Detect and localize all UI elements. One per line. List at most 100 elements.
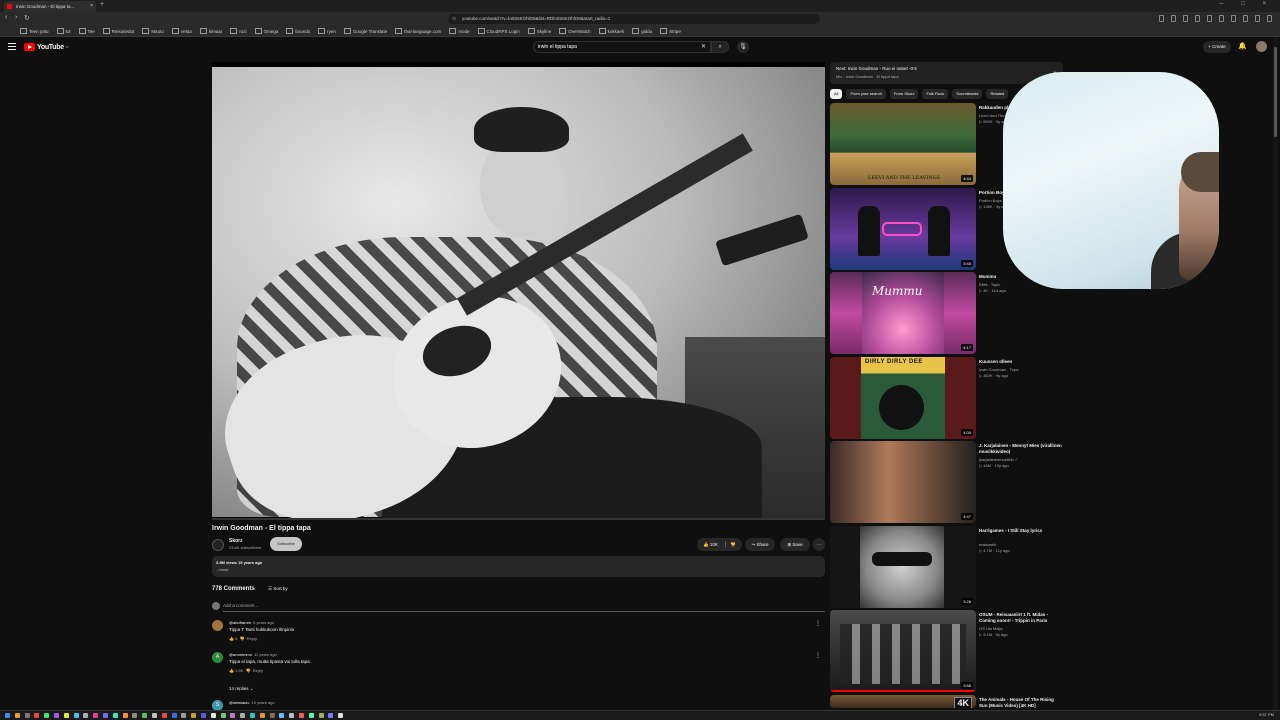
taskbar-app-icon[interactable] <box>44 713 50 718</box>
bookmark-item[interactable]: Teen juttu <box>20 26 49 36</box>
recommended-title[interactable]: Harrigames - I Still Stay lyrics <box>979 528 1063 534</box>
recommended-title[interactable]: J. Karjalainen - Mennyt Mies (virallinen… <box>979 443 1063 455</box>
voice-search-icon[interactable]: 🎙 <box>737 41 749 53</box>
comment-menu-icon[interactable]: ⋮ <box>815 620 821 627</box>
taskbar-app-icon[interactable] <box>112 713 118 718</box>
taskbar-app-icon[interactable] <box>161 713 167 718</box>
filter-chip[interactable]: All <box>830 89 843 99</box>
bookmark-item[interactable]: ruzi <box>230 26 246 36</box>
create-button[interactable]: + Create <box>1203 41 1231 53</box>
bookmark-item[interactable]: ryen <box>318 26 336 36</box>
search-input[interactable]: irwin el tippa tapa ✕ <box>533 41 711 53</box>
save-button[interactable]: ⊞ Save <box>780 538 810 551</box>
taskbar-app-icon[interactable] <box>83 713 89 718</box>
mix-playlist-card[interactable]: Next: Irwin Goodman - Ruo ei ratset -0:6… <box>830 62 1063 84</box>
recommended-video[interactable]: 4:47 J. Karjalainen - Mennyt Mies (virall… <box>830 441 1063 523</box>
taskbar-app-icon[interactable] <box>181 713 187 718</box>
subscribe-button[interactable]: Subscribe <box>270 537 302 551</box>
description-box[interactable]: 3.9M views 15 years ago ...more <box>212 556 825 577</box>
channel-name[interactable]: Skorz <box>229 538 243 544</box>
taskbar-app-icon[interactable] <box>308 713 314 718</box>
forward-icon[interactable]: › <box>15 14 17 21</box>
recommended-channel[interactable]: Irwin Goodman - Topic <box>979 367 1019 372</box>
youtube-logo[interactable]: YouTube FI <box>24 43 68 51</box>
recommended-video[interactable]: Mummu 4:17 Mummu Eliitti - Topic ▷ 4K · 11d … <box>830 272 1063 354</box>
bookmark-item[interactable]: Tee <box>79 26 95 36</box>
bookmark-item[interactable]: Skyline <box>528 26 552 36</box>
clear-search-icon[interactable]: ✕ <box>701 42 706 53</box>
taskbar-app-icon[interactable] <box>103 713 108 718</box>
browser-tab-youtube[interactable]: Irwin Goodman - El tippa ta... × <box>4 1 96 12</box>
add-comment-input[interactable]: Add a comment... <box>223 603 825 612</box>
taskbar-app-icon[interactable] <box>318 713 324 718</box>
comment-like-icon[interactable]: 👍 <box>229 668 234 673</box>
bookmark-item[interactable]: kimaar <box>200 26 223 36</box>
commenter-avatar[interactable]: A <box>212 652 223 663</box>
taskbar-app-icon[interactable] <box>132 713 138 718</box>
scrollbar-thumb[interactable] <box>1274 47 1277 137</box>
page-scrollbar[interactable] <box>1273 37 1278 710</box>
video-thumbnail[interactable]: Mummu 4:17 <box>830 272 976 354</box>
taskbar-app-icon[interactable] <box>201 713 206 718</box>
menu-hamburger-icon[interactable] <box>8 43 16 50</box>
taskbar-app-icon[interactable] <box>24 713 30 718</box>
comment-author[interactable]: @siewiaulo <box>229 700 250 705</box>
taskbar-app-icon[interactable] <box>14 713 20 718</box>
bookmark-item[interactable]: Reisutiedot <box>103 26 135 36</box>
bookmark-item[interactable]: bounds <box>286 26 310 36</box>
bookmark-item[interactable]: Mauto <box>142 26 164 36</box>
extension-icons[interactable] <box>1159 15 1272 22</box>
taskbar-app-icon[interactable] <box>171 713 177 718</box>
filter-chip[interactable]: From your search <box>846 89 886 99</box>
recommended-channel[interactable]: matsumik <box>979 542 996 547</box>
filter-chip[interactable]: Related <box>986 89 1009 99</box>
bookmark-item[interactable]: 63 <box>57 26 71 36</box>
comment-reply-button[interactable]: Reply <box>247 636 257 641</box>
bookmark-item[interactable]: vetaa <box>172 26 192 36</box>
account-avatar[interactable] <box>1256 41 1267 52</box>
taskbar-app-icon[interactable] <box>93 713 99 718</box>
taskbar-app-icon[interactable] <box>34 713 40 718</box>
sort-comments-button[interactable]: ☰ Sort by <box>268 586 288 592</box>
bookmark-item[interactable]: kokkaek <box>599 26 625 36</box>
window-controls[interactable]: ─ □ × <box>1219 1 1274 7</box>
video-thumbnail[interactable]: 4K <box>830 694 976 708</box>
commenter-avatar[interactable] <box>212 620 223 631</box>
video-thumbnail[interactable]: LEEVI AND THE LEAVINGS 4:44 <box>830 103 976 185</box>
recommended-video[interactable]: 4K The Animals - House Of The Rising Sun … <box>830 694 1063 709</box>
taskbar-app-icon[interactable] <box>152 713 157 718</box>
replies-toggle[interactable]: 14 replies ⌄ <box>229 686 254 692</box>
dislike-button[interactable]: 👎 <box>730 538 736 551</box>
taskbar-app-icon[interactable] <box>191 713 197 718</box>
taskbar-app-icon[interactable] <box>5 713 10 718</box>
comment-reply-button[interactable]: Reply <box>253 668 263 673</box>
taskbar-app-icon[interactable] <box>289 713 295 718</box>
comment-dislike-icon[interactable]: 👎 <box>246 668 251 673</box>
video-player[interactable] <box>212 62 825 520</box>
taskbar-app-icon[interactable] <box>269 713 275 718</box>
filter-chip[interactable]: Folk Rock <box>922 89 949 99</box>
channel-avatar[interactable] <box>212 539 224 551</box>
bookmark-item[interactable]: Stripe <box>660 26 681 36</box>
like-button[interactable]: 👍 10K <box>703 538 718 551</box>
more-actions-icon[interactable]: ⋯ <box>813 538 825 551</box>
recommended-channel[interactable]: Portion Boys <box>979 198 1002 203</box>
recommended-title[interactable]: The Animals - House Of The Rising Sun (M… <box>979 697 1063 709</box>
taskbar-app-icon[interactable] <box>73 713 79 718</box>
bookmark-item[interactable]: Google Translate <box>344 26 387 36</box>
share-button[interactable]: ↪ Share <box>745 538 775 551</box>
recommended-title[interactable]: OSUM - Reisuaasiirt 1 ft. Midas - Coming… <box>979 612 1063 624</box>
taskbar-app-icon[interactable] <box>328 713 334 718</box>
comment-author[interactable]: @abuftarrek <box>229 620 251 625</box>
comment-like-icon[interactable]: 👍 <box>229 636 234 641</box>
reload-icon[interactable]: ↻ <box>24 14 30 22</box>
bookmark-item[interactable]: mode <box>449 26 469 36</box>
comment-author[interactable]: @aromimmo <box>229 652 252 657</box>
recommended-video[interactable]: 3:58 OSUM - Reisuaasiirt 1 ft. Midas - Co… <box>830 610 1063 692</box>
taskbar-app-icon[interactable] <box>54 713 59 718</box>
recommended-channel[interactable]: OS Ula Maija <box>979 626 1003 631</box>
search-button[interactable]: ⌕ <box>711 41 729 53</box>
comment-dislike-icon[interactable]: 👎 <box>240 636 245 641</box>
taskbar-app-icon[interactable] <box>299 713 304 718</box>
description-more-link[interactable]: ...more <box>216 567 821 572</box>
